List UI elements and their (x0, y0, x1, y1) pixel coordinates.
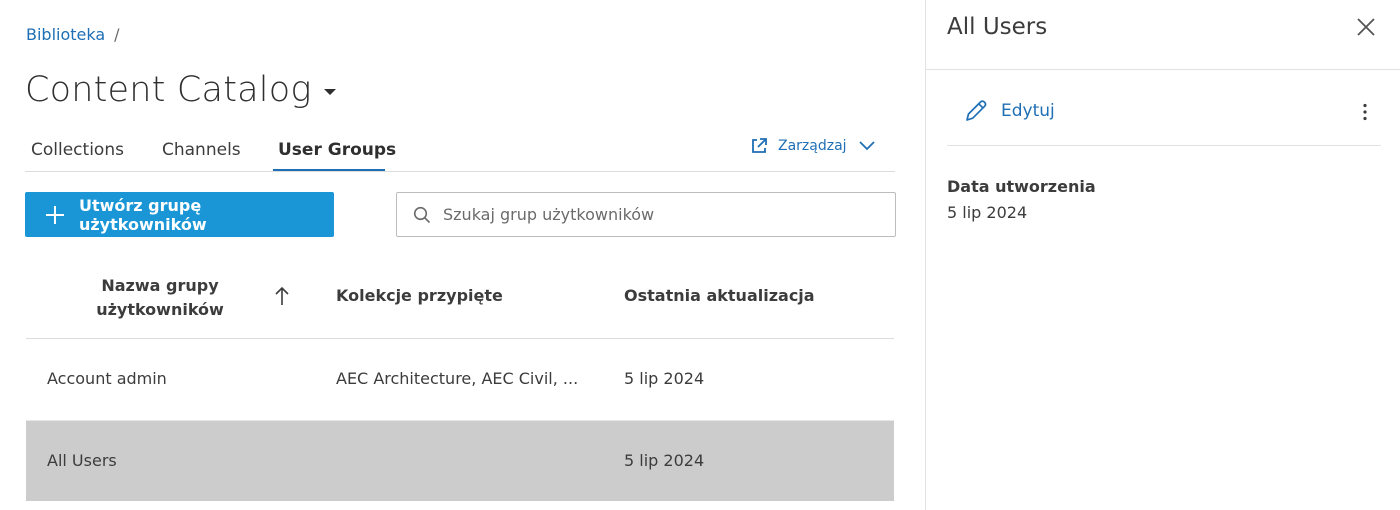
breadcrumb-library-link[interactable]: Biblioteka (26, 25, 105, 44)
user-groups-table: Nazwa grupy użytkowników Kolekcje przypi… (26, 258, 894, 501)
tab-channels[interactable]: Channels (162, 140, 241, 160)
more-vertical-icon[interactable] (1357, 102, 1373, 122)
created-date-label: Data utworzenia (947, 177, 1096, 196)
page-title-group: Content Catalog (25, 70, 336, 110)
panel-divider (926, 69, 1400, 70)
created-date-value: 5 lip 2024 (947, 203, 1028, 222)
chevron-down-icon (858, 141, 875, 151)
close-icon[interactable] (1356, 17, 1376, 37)
page-title: Content Catalog (25, 70, 312, 110)
tab-user-groups[interactable]: User Groups (278, 140, 396, 160)
create-user-group-button[interactable]: Utwórz grupę użytkowników (25, 192, 334, 237)
create-user-group-label: Utwórz grupę użytkowników (78, 195, 207, 234)
search-box (396, 192, 896, 237)
column-header-updated[interactable]: Ostatnia aktualizacja (624, 286, 815, 305)
manage-button[interactable]: Zarządzaj (750, 137, 875, 155)
row-updated: 5 lip 2024 (624, 369, 705, 388)
column-header-collections[interactable]: Kolekcje przypięte (336, 286, 503, 305)
tab-collections[interactable]: Collections (31, 140, 124, 160)
external-link-icon (752, 138, 767, 153)
search-input[interactable] (441, 204, 885, 225)
row-name: All Users (47, 451, 117, 470)
title-dropdown-caret-icon[interactable] (323, 89, 336, 95)
plus-icon (45, 205, 64, 224)
main-content: Biblioteka / Content Catalog Collections… (0, 0, 925, 510)
panel-actions: Edytuj (947, 90, 1381, 146)
table-row[interactable]: Account admin AEC Architecture, AEC Civi… (26, 339, 894, 421)
pencil-icon (966, 100, 987, 121)
edit-button[interactable]: Edytuj (963, 98, 1055, 124)
search-icon (413, 206, 431, 223)
edit-label: Edytuj (1001, 101, 1055, 121)
row-updated: 5 lip 2024 (624, 451, 705, 470)
column-header-name[interactable]: Nazwa grupy użytkowników (80, 274, 240, 322)
table-header: Nazwa grupy użytkowników Kolekcje przypi… (26, 258, 894, 339)
row-name: Account admin (47, 369, 167, 388)
active-tab-indicator (273, 169, 385, 171)
row-collections: AEC Architecture, AEC Civil, ... (336, 369, 579, 388)
table-row-selected[interactable]: All Users 5 lip 2024 (26, 421, 894, 501)
tab-bar: Collections Channels User Groups Zarządz… (25, 129, 895, 172)
breadcrumb: Biblioteka / (26, 25, 120, 44)
details-panel: All Users Edytuj Data utworzenia 5 lip 2… (925, 0, 1400, 510)
breadcrumb-separator: / (114, 25, 120, 44)
panel-title: All Users (947, 14, 1048, 40)
manage-label: Zarządzaj (778, 138, 847, 154)
arrow-up-icon[interactable] (274, 286, 290, 306)
